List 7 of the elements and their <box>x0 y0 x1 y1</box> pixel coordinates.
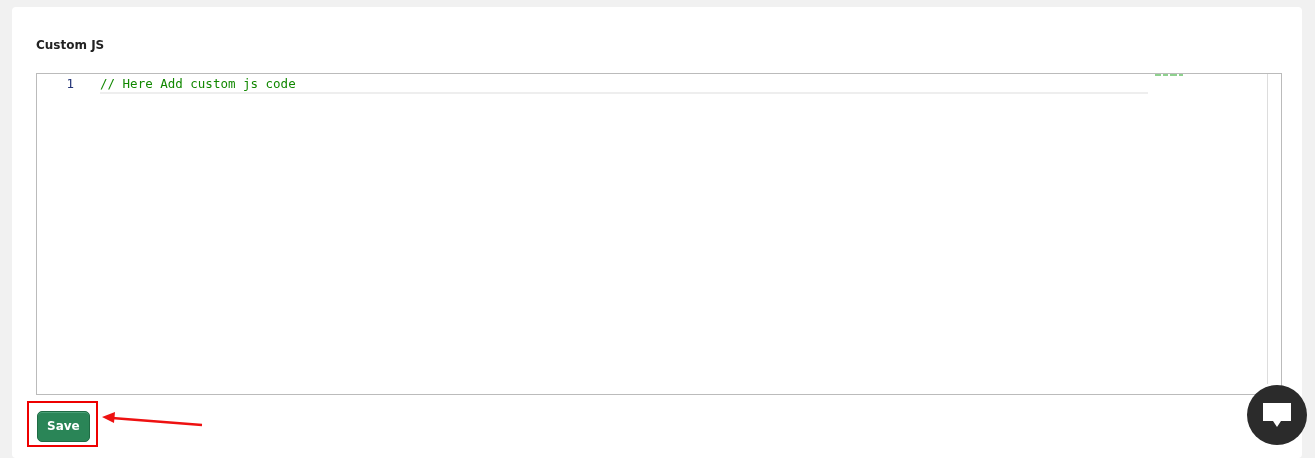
code-comment: // Here Add custom js code <box>100 76 296 91</box>
line-number: 1 <box>65 76 74 92</box>
save-button[interactable]: Save <box>37 411 90 442</box>
section-title: Custom JS <box>36 37 106 53</box>
minimap-drawing <box>1155 74 1183 77</box>
chat-icon <box>1262 401 1292 429</box>
code-editor[interactable]: 1 // Here Add custom js code <box>36 73 1282 395</box>
